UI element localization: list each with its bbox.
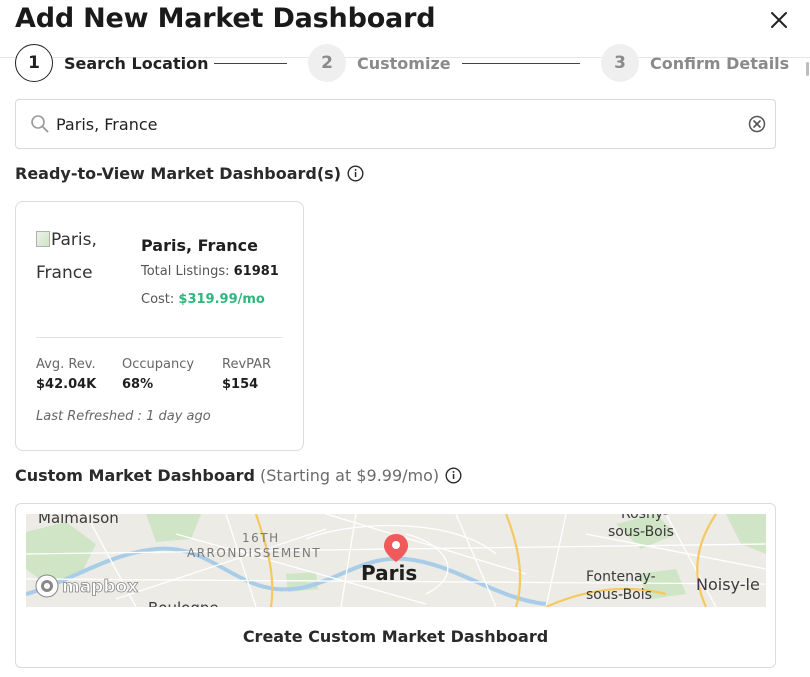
map-label-fontenay: Fontenay-	[586, 569, 656, 585]
mapbox-logo-icon: mapbox	[35, 574, 139, 598]
metric-value: $154	[222, 377, 259, 392]
page-title: Add New Market Dashboard	[15, 3, 436, 34]
card-divider	[36, 337, 283, 338]
map-label-16th: 16TH	[242, 531, 280, 545]
broken-image-icon	[36, 231, 50, 247]
custom-section-heading: Custom Market Dashboard (Starting at $9.…	[15, 466, 462, 485]
map-label-sous-bois-1: sous-Bois	[608, 524, 674, 540]
metric-label: RevPAR	[222, 357, 272, 372]
location-search	[15, 99, 776, 149]
map-label-arrondissement: ARRONDISSEMENT	[187, 546, 321, 560]
custom-market-card: Malmaison 16TH ARRONDISSEMENT Paris Rosn…	[15, 503, 776, 668]
step-connector	[214, 63, 287, 64]
map-label-rosny: Rosny-	[621, 514, 668, 522]
map-label-malmaison: Malmaison	[38, 514, 119, 527]
step-number: 2	[308, 44, 346, 82]
search-input[interactable]	[56, 109, 736, 139]
map-label-paris: Paris	[361, 561, 417, 585]
mapbox-attribution: mapbox	[62, 577, 138, 597]
scrollbar-thumb[interactable]	[806, 62, 809, 76]
step-number: 3	[601, 44, 639, 82]
metric-avg-rev: Avg. Rev. $42.04K	[36, 355, 96, 395]
step-search-location[interactable]: 1 Search Location	[15, 44, 209, 82]
last-refreshed: Last Refreshed : 1 day ago	[36, 409, 211, 424]
step-confirm-details[interactable]: 3 Confirm Details	[601, 44, 789, 82]
cost-label: Cost:	[141, 292, 175, 307]
scrollbar[interactable]	[805, 58, 810, 677]
metric-occupancy: Occupancy 68%	[122, 355, 194, 395]
map-label-boulogne: Boulogne	[148, 599, 219, 607]
total-listings-label: Total Listings:	[141, 264, 230, 279]
ready-section-heading: Ready-to-View Market Dashboard(s)	[15, 164, 364, 183]
clear-search-icon[interactable]	[748, 115, 766, 133]
create-custom-dashboard-button[interactable]: Create Custom Market Dashboard	[16, 608, 775, 664]
step-label: Confirm Details	[650, 53, 790, 73]
market-name: Paris, France	[141, 236, 258, 255]
market-card-paris[interactable]: Paris, France Paris, France Total Listin…	[15, 201, 304, 451]
map-label-sous-bois-2: sous-Bois	[586, 587, 652, 603]
step-number: 1	[15, 44, 53, 82]
custom-section-price-note: (Starting at $9.99/mo)	[260, 466, 440, 485]
market-image: Paris, France	[36, 224, 124, 290]
step-connector	[462, 63, 580, 64]
map-label-noisy: Noisy-le	[696, 575, 760, 594]
metric-label: Avg. Rev.	[36, 357, 96, 372]
info-icon[interactable]	[347, 165, 364, 182]
step-label: Search Location	[64, 53, 209, 73]
cost-value: $319.99/mo	[178, 292, 265, 307]
market-cost: Cost: $319.99/mo	[141, 292, 265, 307]
map-canvas: Malmaison 16TH ARRONDISSEMENT Paris Rosn…	[26, 514, 766, 607]
step-label: Customize	[357, 53, 451, 73]
metric-value: $42.04K	[36, 377, 97, 392]
ready-section-title: Ready-to-View Market Dashboard(s)	[15, 164, 342, 183]
step-customize[interactable]: 2 Customize	[308, 44, 451, 82]
info-icon[interactable]	[445, 467, 462, 484]
total-listings: Total Listings: 61981	[141, 264, 279, 279]
close-icon[interactable]	[770, 11, 788, 29]
close-button[interactable]	[765, 8, 793, 32]
stepper: 1 Search Location 2 Customize 3 Confirm …	[15, 44, 795, 84]
metric-revpar: RevPAR $154	[222, 355, 271, 395]
metric-value: 68%	[122, 377, 154, 392]
custom-section-title: Custom Market Dashboard	[15, 466, 256, 485]
search-icon	[31, 115, 49, 133]
total-listings-value: 61981	[233, 264, 279, 279]
map-preview[interactable]: Malmaison 16TH ARRONDISSEMENT Paris Rosn…	[26, 514, 766, 607]
metric-label: Occupancy	[122, 357, 195, 372]
